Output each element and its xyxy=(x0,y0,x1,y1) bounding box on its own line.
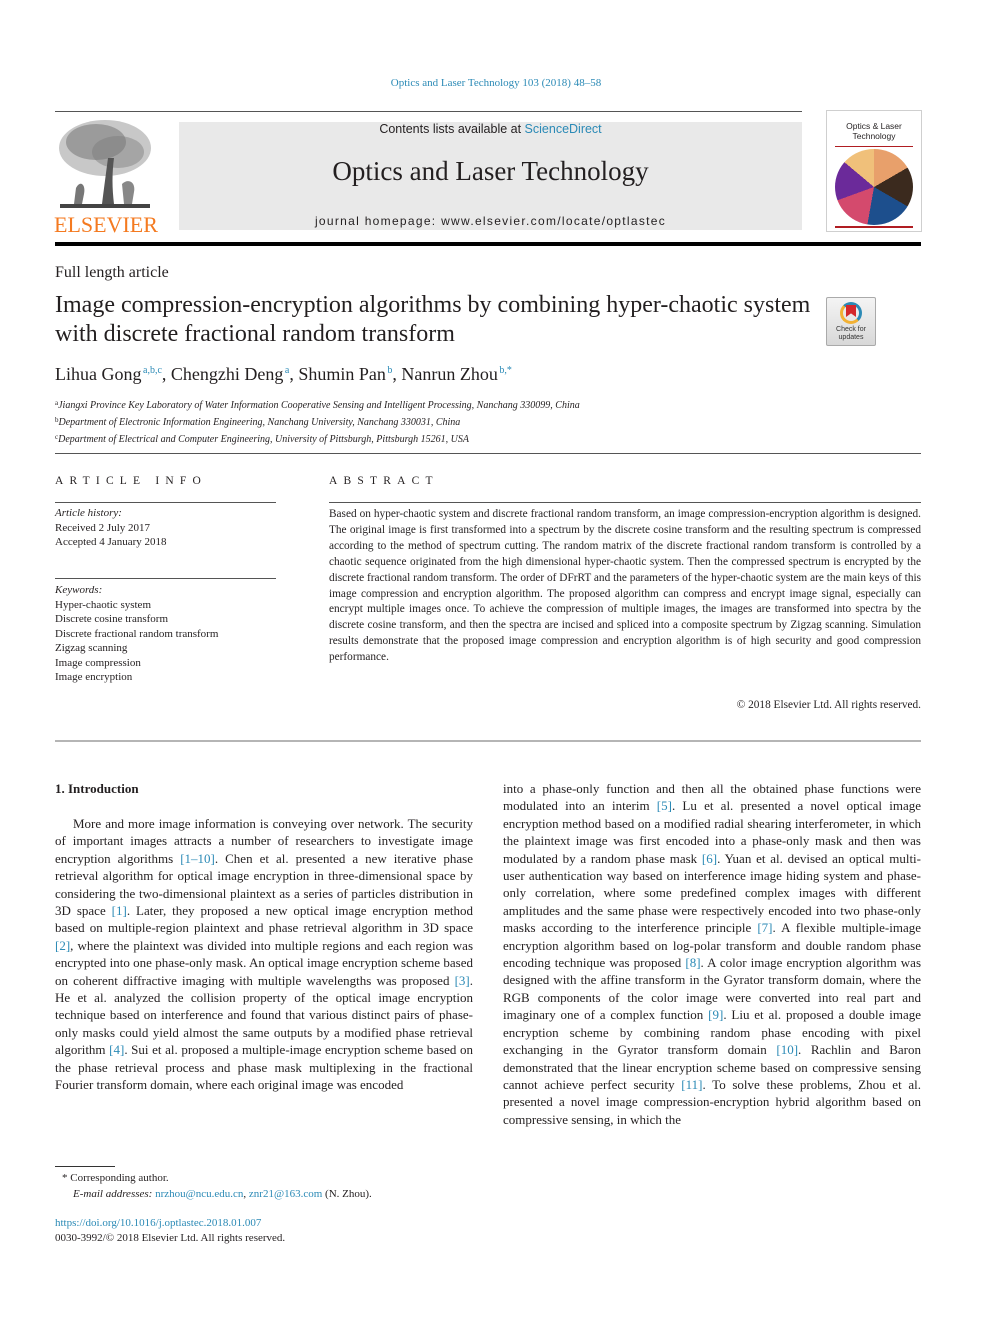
author-affiliation-marks[interactable]: b xyxy=(387,365,392,376)
author-name[interactable]: Shumin Pan xyxy=(298,364,386,384)
citation-link[interactable]: [3] xyxy=(455,973,470,988)
article-history: Article history: Received 2 July 2017 Ac… xyxy=(55,506,167,550)
keyword-item: Image compression xyxy=(55,656,141,669)
footnotes: * Corresponding author. E-mail addresses… xyxy=(55,1170,372,1202)
author-name[interactable]: Chengzhi Deng xyxy=(171,364,283,384)
keyword-item: Zigzag scanning xyxy=(55,642,128,654)
journal-cover-thumbnail[interactable]: Optics & Laser Technology xyxy=(826,110,922,232)
affiliation-item: aJiangxi Province Key Laboratory of Wate… xyxy=(55,396,580,413)
citation-link[interactable]: [2] xyxy=(55,938,70,953)
corresponding-mark: * xyxy=(62,1172,68,1184)
email-link[interactable]: znr21@163.com xyxy=(249,1188,322,1200)
received-date: Received 2 July 2017 xyxy=(55,521,151,534)
history-label: Article history: xyxy=(55,507,122,519)
corresponding-text: Corresponding author. xyxy=(70,1172,169,1184)
affiliation-text: Department of Electronic Information Eng… xyxy=(58,417,461,428)
cover-title-line2: Technology xyxy=(852,131,896,141)
journal-title: Optics and Laser Technology xyxy=(332,156,649,186)
doi-link[interactable]: https://doi.org/10.1016/j.optlastec.2018… xyxy=(55,1217,261,1229)
check-for-updates-button[interactable]: Check for updates xyxy=(826,297,876,346)
keyword-item: Discrete fractional random transform xyxy=(55,627,219,640)
cover-title: Optics & Laser Technology xyxy=(831,121,917,141)
body-column-right: into a phase-only function and then all … xyxy=(503,780,921,1128)
journal-homepage: journal homepage: www.elsevier.com/locat… xyxy=(179,214,802,228)
citation-link[interactable]: [1] xyxy=(112,903,127,918)
email-suffix: (N. Zhou). xyxy=(325,1188,372,1200)
contents-prefix: Contents lists available at xyxy=(379,122,525,136)
citation-link[interactable]: [11] xyxy=(681,1077,702,1092)
author-affiliation-marks[interactable]: b,* xyxy=(499,365,512,376)
body-column-left: More and more image information is conve… xyxy=(55,815,473,1094)
header-divider xyxy=(55,111,802,112)
check-updates-line2: updates xyxy=(838,334,864,341)
citation-link[interactable]: [6] xyxy=(702,851,717,866)
keyword-item: Hyper-chaotic system xyxy=(55,598,151,611)
article-type: Full length article xyxy=(55,264,169,281)
intro-paragraph-left: More and more image information is conve… xyxy=(55,815,473,1094)
article-info-heading: ARTICLE INFO xyxy=(55,475,207,487)
accepted-date: Accepted 4 January 2018 xyxy=(55,536,167,548)
affiliations-divider xyxy=(55,453,921,454)
keywords-divider xyxy=(55,578,276,579)
affiliation-text: Jiangxi Province Key Laboratory of Water… xyxy=(58,400,580,411)
citation-link[interactable]: [10] xyxy=(776,1042,798,1057)
front-matter-divider xyxy=(55,740,921,742)
affiliations: aJiangxi Province Key Laboratory of Wate… xyxy=(55,396,580,447)
keyword-item: Discrete cosine transform xyxy=(55,613,169,625)
email-link[interactable]: nrzhou@ncu.edu.cn xyxy=(155,1188,243,1200)
article-info-divider xyxy=(55,502,276,503)
abstract-heading: ABSTRACT xyxy=(329,475,439,487)
citation-link[interactable]: [1–10] xyxy=(180,851,215,866)
cover-divider xyxy=(835,146,913,147)
email-label: E-mail addresses: xyxy=(73,1188,153,1200)
section-heading-introduction: 1. Introduction xyxy=(55,781,139,796)
citation-link[interactable]: [4] xyxy=(109,1042,124,1057)
affiliation-item: cDepartment of Electrical and Computer E… xyxy=(55,430,580,447)
citation-link[interactable]: [9] xyxy=(708,1007,723,1022)
affiliation-text: Department of Electrical and Computer En… xyxy=(58,434,469,445)
citation-link[interactable]: [8] xyxy=(685,955,700,970)
doi-block: https://doi.org/10.1016/j.optlastec.2018… xyxy=(55,1216,285,1246)
tree-icon xyxy=(56,118,154,210)
author-name[interactable]: Lihua Gong xyxy=(55,364,141,384)
author-list: Lihua Gong a,b,c, Chengzhi Deng a, Shumi… xyxy=(55,364,512,384)
issn-copyright: 0030-3992/© 2018 Elsevier Ltd. All right… xyxy=(55,1232,286,1244)
elsevier-wordmark: ELSEVIER xyxy=(54,212,158,237)
check-updates-line1: Check for xyxy=(836,326,866,333)
body-text: , where the plaintext was divided into m… xyxy=(55,937,473,988)
homepage-link[interactable]: www.elsevier.com/locate/optlastec xyxy=(441,214,666,228)
keywords-label: Keywords: xyxy=(55,584,103,596)
footnote-divider xyxy=(55,1166,115,1167)
abstract-divider xyxy=(329,502,921,503)
journal-masthead: Contents lists available at ScienceDirec… xyxy=(179,122,802,230)
homepage-prefix: journal homepage: xyxy=(314,214,442,228)
author-affiliation-marks[interactable]: a,b,c xyxy=(143,365,162,376)
intro-paragraph-right: into a phase-only function and then all … xyxy=(503,780,921,1128)
corresponding-author-note: * Corresponding author. xyxy=(55,1170,372,1186)
article-title: Image compression-encryption algorithms … xyxy=(55,292,811,347)
keyword-item: Image encryption xyxy=(55,671,133,683)
contents-available-line: Contents lists available at ScienceDirec… xyxy=(179,122,802,136)
author-affiliation-marks[interactable]: a xyxy=(285,365,289,376)
author-name[interactable]: Nanrun Zhou xyxy=(401,364,497,384)
cover-image xyxy=(835,149,913,225)
citation-link[interactable]: [5] xyxy=(657,798,672,813)
cover-footer-bar xyxy=(835,226,913,228)
cover-title-line1: Optics & Laser xyxy=(846,121,902,131)
abstract-text: Based on hyper-chaotic system and discre… xyxy=(329,508,921,664)
publisher-logo[interactable]: ELSEVIER xyxy=(54,118,158,237)
sciencedirect-link[interactable]: ScienceDirect xyxy=(525,122,602,136)
affiliation-item: bDepartment of Electronic Information En… xyxy=(55,413,580,430)
keywords-list: Keywords: Hyper-chaotic system Discrete … xyxy=(55,583,218,685)
email-note: E-mail addresses: nrzhou@ncu.edu.cn, znr… xyxy=(73,1188,372,1200)
check-updates-label: Check for updates xyxy=(827,326,875,342)
masthead-divider xyxy=(55,242,921,246)
citation-link[interactable]: [7] xyxy=(757,920,772,935)
journal-reference-link[interactable]: Optics and Laser Technology 103 (2018) 4… xyxy=(0,77,992,89)
abstract-copyright: © 2018 Elsevier Ltd. All rights reserved… xyxy=(736,699,921,711)
